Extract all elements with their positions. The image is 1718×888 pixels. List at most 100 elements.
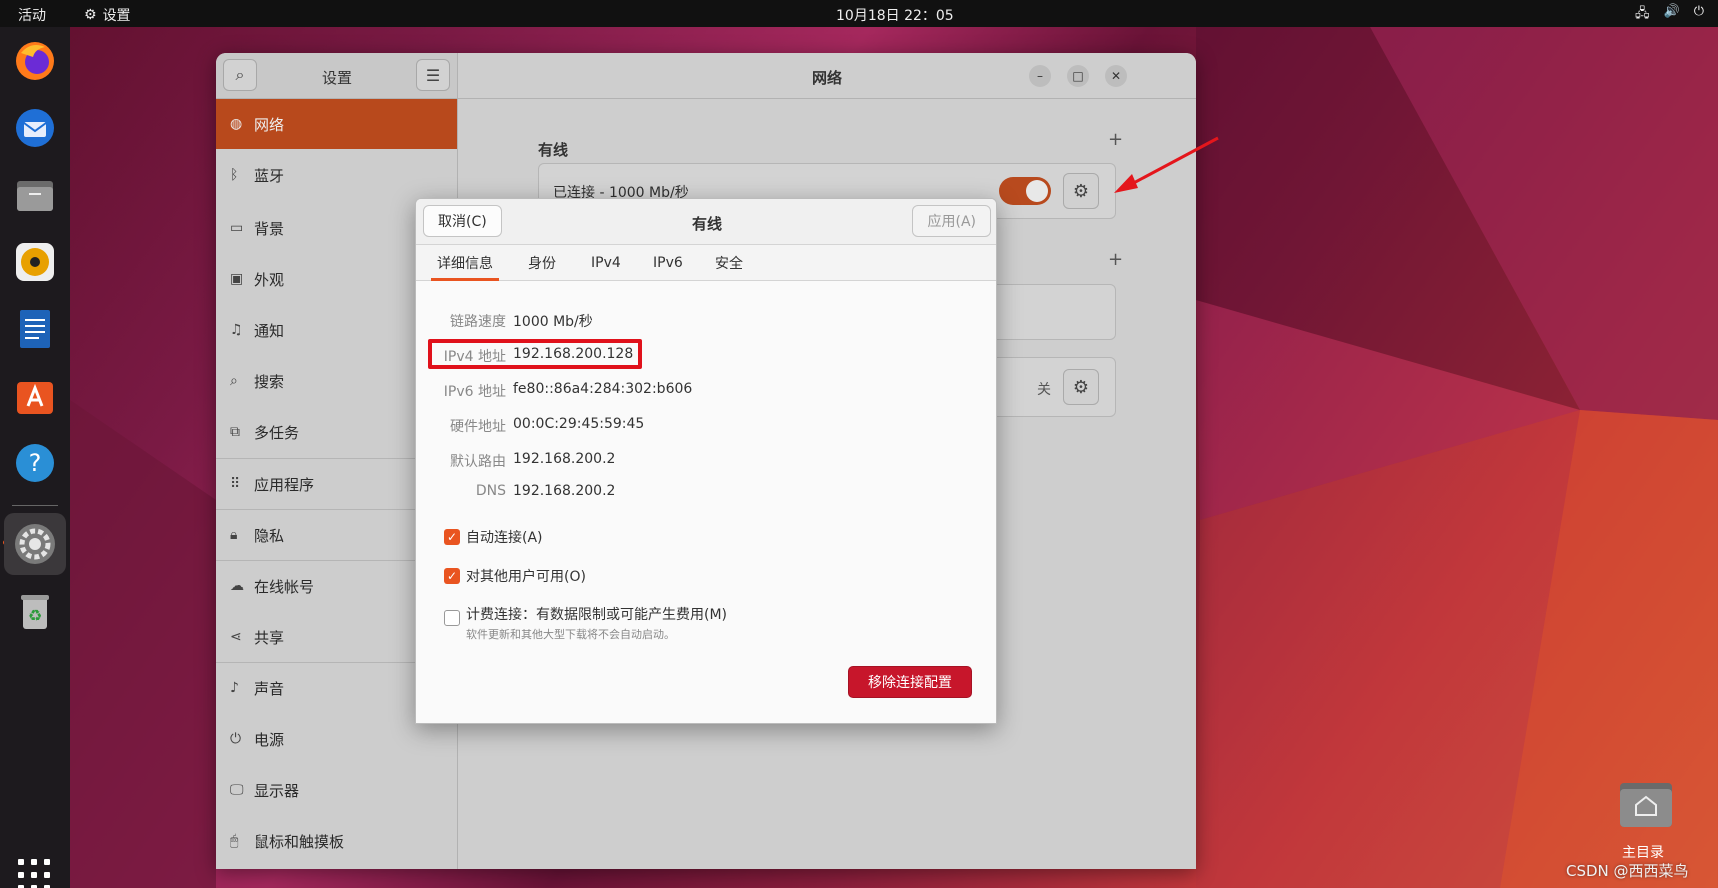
info-value: 192.168.200.2 — [513, 451, 616, 467]
home-folder-label[interactable]: 主目录 — [1622, 842, 1664, 862]
display-icon: 🖵 — [230, 782, 244, 798]
sidebar-item-label: 在线帐号 — [254, 577, 315, 596]
info-value: 1000 Mb/秒 — [513, 314, 593, 330]
sidebar-item-label: 隐私 — [254, 526, 285, 545]
sidebar-item-displays[interactable]: 🖵 显示器 — [216, 765, 457, 815]
hamburger-icon: ☰ — [425, 65, 441, 85]
menu-button[interactable]: ☰ — [416, 59, 450, 91]
dialog-tabs: 详细信息 身份 IPv4 IPv6 安全 — [416, 245, 996, 281]
clock[interactable]: 10月18日 22：05 — [836, 5, 954, 25]
sidebar-item-label: 应用程序 — [254, 475, 315, 494]
wired-settings-button[interactable]: ⚙ — [1063, 173, 1099, 209]
files-icon[interactable] — [11, 171, 59, 219]
app-menu-label: 设置 — [102, 8, 131, 24]
all-users-option[interactable]: ✓ 对其他用户可用(O) — [444, 566, 586, 586]
app-center-icon[interactable] — [11, 372, 59, 420]
apps-icon: ⠿ — [230, 476, 241, 492]
close-button[interactable]: ✕ — [1105, 65, 1127, 87]
search-button[interactable]: ⌕ — [223, 59, 257, 91]
info-key: IPv6 地址 — [443, 384, 506, 400]
auto-connect-option[interactable]: ✓ 自动连接(A) — [444, 527, 543, 547]
lock-icon: 🔒︎ — [230, 527, 238, 543]
firefox-icon[interactable] — [11, 37, 59, 85]
checkmark-icon[interactable]: ✓ — [444, 529, 460, 545]
close-icon: ✕ — [1110, 69, 1122, 83]
metered-hint: 软件更新和其他大型下载将不会自动启动。 — [466, 628, 675, 641]
apply-button[interactable]: 应用(A) — [912, 205, 991, 237]
volume-icon: 🔊 — [1663, 4, 1680, 19]
dialog-header: 取消(C) 有线 应用(A) — [416, 199, 996, 245]
watermark: CSDN @西西菜鸟 — [1566, 862, 1689, 880]
appearance-icon: ▣ — [230, 271, 244, 287]
power-icon: ⏻ — [230, 731, 242, 747]
sidebar-item-label: 背景 — [254, 219, 285, 238]
metered-option[interactable]: 计费连接：有数据限制或可能产生费用(M) 软件更新和其他大型下载将不会自动启动。 — [444, 604, 727, 642]
writer-icon[interactable] — [11, 305, 59, 353]
multitask-icon: ⧉ — [230, 424, 240, 440]
maximize-icon: □ — [1072, 69, 1084, 83]
dialog-title: 有线 — [691, 215, 722, 233]
annotation-arrow — [1114, 136, 1219, 193]
sidebar-item-label: 声音 — [254, 679, 285, 698]
thunderbird-icon[interactable] — [11, 104, 59, 152]
sidebar-item-bluetooth[interactable]: ᛒ 蓝牙 — [216, 150, 457, 200]
top-bar: 活动 ⚙ 设置 10月18日 22：05 🖧 🔊 ⏻ — [0, 0, 1718, 27]
annotation-highlight — [428, 339, 642, 369]
maximize-button[interactable]: □ — [1067, 65, 1089, 87]
checkbox-empty-icon[interactable] — [444, 610, 460, 626]
system-tray[interactable]: 🖧 🔊 ⏻ — [1635, 4, 1704, 26]
info-key: 默认路由 — [450, 454, 506, 470]
info-key: DNS — [475, 483, 506, 499]
gear-icon: ⚙ — [84, 7, 97, 23]
tab-ipv4[interactable]: IPv4 — [591, 245, 621, 281]
tab-security[interactable]: 安全 — [715, 245, 743, 281]
settings-icon[interactable] — [4, 513, 66, 575]
bell-icon: ♫ — [230, 322, 243, 338]
wired-section-title: 有线 — [538, 141, 569, 159]
sidebar-title: 设置 — [322, 69, 353, 87]
tab-details[interactable]: 详细信息 — [431, 245, 499, 281]
sidebar-item-network[interactable]: ◍ 网络 — [216, 99, 457, 149]
rhythmbox-icon[interactable] — [11, 238, 59, 286]
dock-separator — [12, 505, 58, 506]
info-value: 192.168.200.2 — [513, 483, 616, 499]
music-icon: ♪ — [230, 680, 239, 696]
checkmark-icon[interactable]: ✓ — [444, 568, 460, 584]
sidebar-item-label: 蓝牙 — [254, 166, 285, 185]
activities-button[interactable]: 活动 — [18, 5, 46, 25]
show-apps-icon[interactable] — [18, 859, 52, 888]
svg-text:♻: ♻ — [28, 606, 42, 625]
search-icon: ⌕ — [230, 373, 238, 389]
power-icon: ⏻ — [1693, 4, 1704, 19]
sidebar-item-label: 电源 — [254, 730, 285, 749]
home-folder-icon[interactable] — [1618, 775, 1674, 831]
sidebar-item-label: 搜索 — [254, 372, 285, 391]
trash-icon[interactable]: ♻ — [11, 587, 59, 635]
tab-ipv6[interactable]: IPv6 — [653, 245, 683, 281]
proxy-settings-button[interactable]: ⚙ — [1063, 369, 1099, 405]
share-icon: ⋖ — [230, 629, 242, 645]
bluetooth-icon: ᛒ — [230, 167, 239, 183]
sidebar-item-label: 鼠标和触摸板 — [254, 832, 345, 851]
sidebar-item-label: 外观 — [254, 270, 285, 289]
network-icon: ◍ — [230, 116, 243, 132]
sidebar-item-mouse[interactable]: 🖱︎ 鼠标和触摸板 — [216, 816, 457, 866]
app-menu[interactable]: ⚙ 设置 — [84, 5, 131, 25]
tab-identity[interactable]: 身份 — [528, 245, 556, 281]
help-icon[interactable]: ? — [11, 439, 59, 487]
info-key: 硬件地址 — [450, 419, 506, 435]
sidebar-item-label: 网络 — [254, 115, 285, 134]
sidebar-item-label: 显示器 — [254, 781, 300, 800]
info-value: 00:0C:29:45:59:45 — [513, 416, 645, 432]
remove-connection-button[interactable]: 移除连接配置 — [848, 666, 972, 698]
minimize-icon: – — [1037, 69, 1043, 83]
auto-connect-label: 自动连接(A) — [466, 530, 543, 546]
wired-toggle[interactable] — [999, 177, 1051, 205]
background-icon: ▭ — [230, 220, 244, 236]
info-value: fe80::86a4:284:302:b606 — [513, 381, 693, 397]
info-key: 链路速度 — [450, 314, 506, 330]
add-vpn-icon[interactable]: + — [1108, 249, 1123, 270]
wired-dialog: 取消(C) 有线 应用(A) 详细信息 身份 IPv4 IPv6 安全 链路速度… — [415, 198, 997, 724]
main-header: 网络 – □ ✕ — [458, 53, 1196, 99]
minimize-button[interactable]: – — [1029, 65, 1051, 87]
